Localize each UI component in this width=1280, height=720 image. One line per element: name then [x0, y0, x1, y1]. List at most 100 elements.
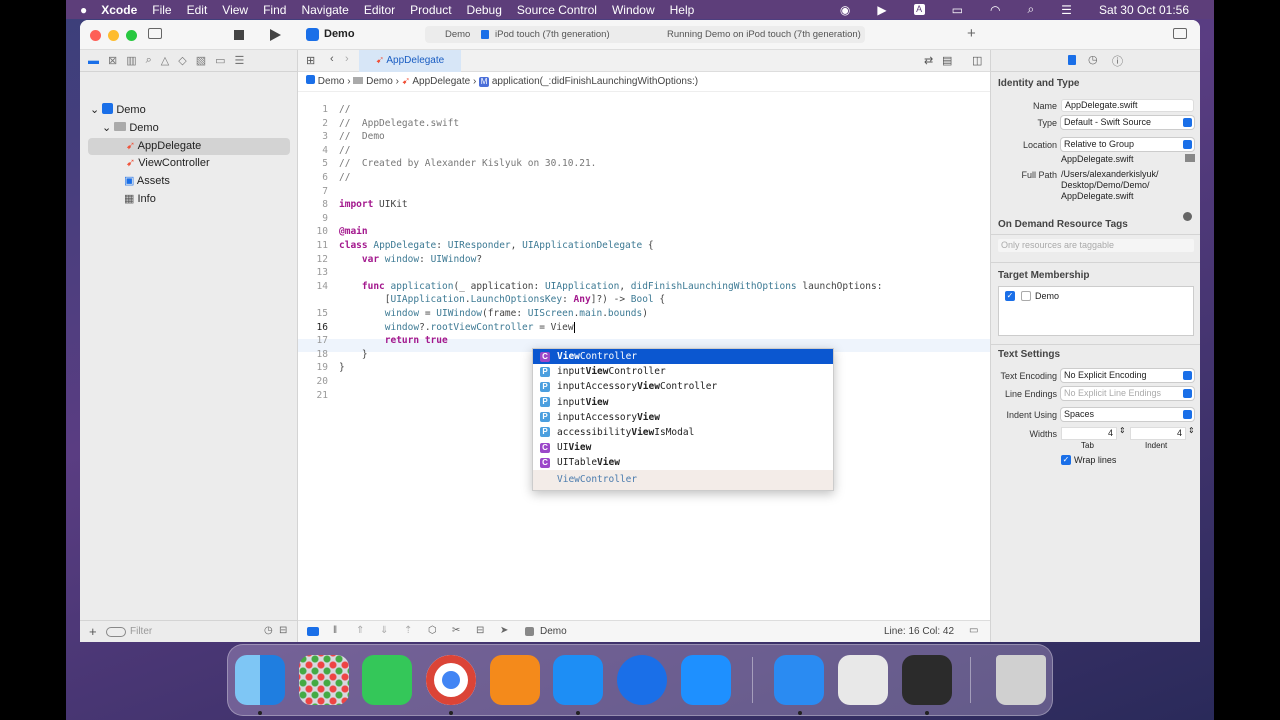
tab-width-field[interactable]: 4 — [1061, 427, 1117, 440]
clock[interactable]: Sat 30 Oct 01:56 — [1099, 3, 1189, 17]
source-control-nav-icon[interactable]: ⊠ — [108, 54, 117, 67]
trash-icon[interactable] — [996, 655, 1046, 705]
wifi-icon[interactable]: ◠ — [990, 3, 1000, 17]
instruments-icon[interactable] — [774, 655, 824, 705]
indent-width-stepper-icon[interactable]: ⇕ — [1188, 426, 1195, 435]
completion-item[interactable]: PinputAccessoryViewController — [533, 379, 833, 394]
add-icon[interactable]: + — [967, 25, 976, 42]
editor-grid-icon[interactable]: ⊞ — [306, 54, 315, 67]
tab-width-stepper-icon[interactable]: ⇕ — [1119, 426, 1126, 435]
encoding-popup[interactable]: No Explicit Encoding — [1061, 369, 1194, 382]
quicktime-icon[interactable] — [902, 655, 952, 705]
recent-files-icon[interactable]: ◷ — [264, 625, 273, 636]
breakpoint-nav-icon[interactable]: ▭ — [215, 54, 225, 67]
battery-icon[interactable]: ▭ — [952, 3, 963, 17]
tree-item-info[interactable]: ▦ Info — [124, 191, 156, 208]
disclosure-icon[interactable]: ⌄ — [90, 104, 102, 116]
device-label[interactable]: iPod touch (7th generation) — [495, 26, 610, 43]
tree-item-group[interactable]: ⌄ Demo — [102, 120, 159, 137]
pause-icon[interactable]: ‖ — [333, 625, 337, 636]
sidebar-toggle-icon[interactable] — [148, 28, 162, 39]
folder-icon[interactable] — [1185, 154, 1195, 162]
menu-help[interactable]: Help — [670, 3, 695, 17]
environment-icon[interactable]: ⊟ — [476, 625, 484, 636]
debug-nav-icon[interactable]: ▧ — [196, 54, 206, 67]
inspector-toggle-icon[interactable] — [1173, 28, 1187, 39]
zoom-window-button[interactable] — [126, 30, 137, 41]
menu-edit[interactable]: Edit — [187, 3, 208, 17]
spotlight-icon[interactable]: ⌕ — [1027, 2, 1034, 17]
chrome-icon[interactable] — [426, 655, 476, 705]
back-icon[interactable]: ‹ — [330, 53, 334, 65]
type-popup[interactable]: Default - Swift Source — [1061, 116, 1194, 129]
scheme-title[interactable]: Demo — [324, 28, 355, 40]
menu-editor[interactable]: Editor — [364, 3, 395, 17]
find-nav-icon[interactable]: ⌕ — [146, 54, 152, 67]
completion-item[interactable]: PaccessibilityViewIsModal — [533, 425, 833, 440]
history-inspector-icon[interactable]: ◷ — [1088, 53, 1098, 66]
scheme-target-label[interactable]: Demo — [445, 26, 470, 43]
step-into-icon[interactable]: ⇓ — [380, 625, 388, 636]
xcode-icon[interactable] — [553, 655, 603, 705]
issue-nav-icon[interactable]: △ — [161, 54, 169, 67]
tree-item-assets[interactable]: ▣ Assets — [124, 173, 170, 190]
odr-tags-field[interactable]: Only resources are taggable — [998, 239, 1194, 252]
play-status-icon[interactable]: ▶ — [877, 3, 886, 17]
menu-product[interactable]: Product — [410, 3, 451, 17]
apple-icon[interactable]: ● — [80, 3, 87, 17]
debug-target-label[interactable]: Demo — [540, 626, 567, 637]
step-over-icon[interactable]: ⇑ — [356, 625, 364, 636]
wrap-lines-checkbox[interactable]: ✓ — [1061, 455, 1071, 465]
view-debugger-icon[interactable]: ⬡ — [428, 625, 437, 636]
record-icon[interactable]: ◉ — [840, 3, 850, 17]
breadcrumb-method[interactable]: application(_:didFinishLaunchingWithOpti… — [492, 76, 698, 87]
memory-graph-icon[interactable]: ✂ — [452, 625, 460, 636]
add-file-icon[interactable]: + — [89, 624, 97, 639]
menu-find[interactable]: Find — [263, 3, 286, 17]
menu-debug[interactable]: Debug — [467, 3, 502, 17]
toggle-console-icon[interactable] — [307, 627, 319, 636]
app-store-icon[interactable] — [681, 655, 731, 705]
breadcrumb-group[interactable]: Demo — [366, 76, 393, 87]
completion-item[interactable]: PinputViewController — [533, 364, 833, 379]
menu-navigate[interactable]: Navigate — [301, 3, 348, 17]
input-source-icon[interactable]: A — [913, 4, 925, 15]
location-icon[interactable]: ➤ — [500, 625, 508, 636]
completion-item[interactable]: C UIView — [533, 440, 833, 455]
stop-button[interactable] — [234, 30, 244, 40]
forward-icon[interactable]: › — [345, 53, 349, 65]
completion-item[interactable]: PinputView — [533, 395, 833, 410]
scm-filter-icon[interactable]: ⊟ — [279, 625, 287, 636]
facetime-icon[interactable] — [362, 655, 412, 705]
test-nav-icon[interactable]: ◇ — [178, 54, 186, 67]
name-field[interactable]: AppDelegate.swift — [1061, 99, 1194, 112]
filter-input[interactable]: Filter — [130, 626, 152, 637]
completion-item[interactable]: PinputAccessoryView — [533, 410, 833, 425]
report-nav-icon[interactable]: ☰ — [235, 54, 245, 67]
run-button[interactable] — [270, 29, 281, 41]
adjust-editor-icon[interactable]: ▤ — [942, 54, 952, 67]
add-editor-icon[interactable]: ◫ — [972, 54, 982, 67]
folder-nav-icon[interactable]: ▬ — [88, 55, 99, 67]
related-items-icon[interactable]: ⇄ — [924, 54, 933, 67]
menu-file[interactable]: File — [152, 3, 171, 17]
tree-item-project[interactable]: ⌄ Demo — [90, 102, 146, 119]
target-checkbox[interactable]: ✓ — [1005, 291, 1015, 301]
scheme-selector[interactable]: Demo iPod touch (7th generation) Running… — [425, 26, 865, 43]
launchpad-icon[interactable] — [299, 655, 349, 705]
disclosure-icon[interactable]: ⌄ — [102, 122, 114, 134]
symbol-nav-icon[interactable]: ▥ — [126, 54, 136, 67]
tab-appdelegate[interactable]: ➹ AppDelegate — [359, 50, 461, 72]
file-inspector-icon[interactable] — [1068, 55, 1076, 65]
line-endings-popup[interactable]: No Explicit Line Endings — [1061, 387, 1194, 400]
maps-icon[interactable] — [617, 655, 667, 705]
menu-window[interactable]: Window — [612, 3, 655, 17]
reveal-in-finder-icon[interactable] — [1183, 212, 1192, 221]
completion-item[interactable]: C ViewController — [533, 349, 833, 365]
close-window-button[interactable] — [90, 30, 101, 41]
indent-using-popup[interactable]: Spaces — [1061, 408, 1194, 421]
tree-item-appdelegate[interactable]: ➹ AppDelegate — [88, 138, 290, 155]
indent-width-field[interactable]: 4 — [1130, 427, 1186, 440]
location-popup[interactable]: Relative to Group — [1061, 138, 1194, 151]
completion-item[interactable]: C UITableView — [533, 455, 833, 470]
